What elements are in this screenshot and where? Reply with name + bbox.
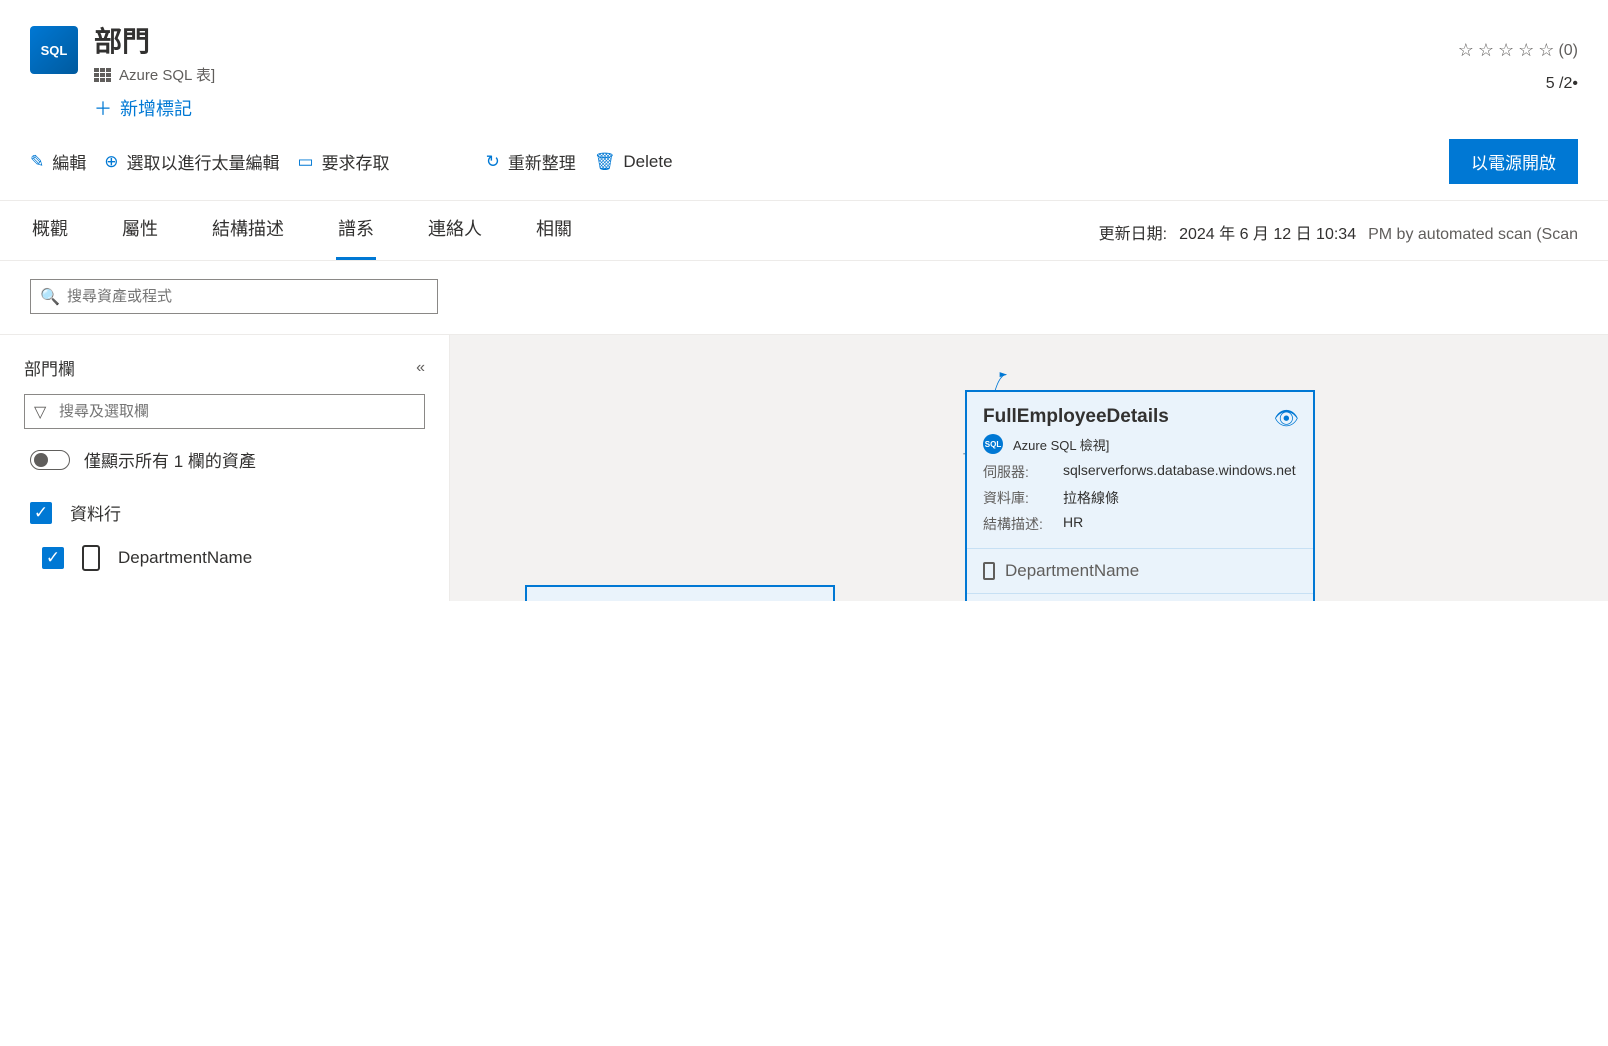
column-icon [82,545,100,571]
column-filter-input[interactable] [24,394,425,429]
checkbox-checked-icon[interactable]: ✓ [30,502,52,524]
tab-properties[interactable]: 屬性 [120,215,160,260]
node-title: FullEmployeeDetails [983,406,1297,428]
refresh-button[interactable]: ↻ 重新整理 [486,149,576,174]
edit-button[interactable]: ✎ 編輯 [30,149,86,174]
filter-icon: ▽ [34,402,46,422]
lineage-node-fullemployeedetails[interactable]: 👁 FullEmployeeDetails SQL Azure SQL 檢視] … [965,390,1315,601]
toggle-label: 僅顯示所有 1 欄的資產 [84,447,256,472]
lineage-canvas[interactable]: SQL Azure SQL 表] 部門 伺服器。sqlserverforws.d… [450,335,1608,601]
star-icon: ☆ [1458,40,1474,61]
tab-related[interactable]: 相關 [534,215,574,260]
tab-contacts[interactable]: 連絡人 [426,215,484,260]
plus-circle-icon: ⊕ [104,152,118,172]
star-icon: ☆ [1518,40,1534,61]
sql-icon: SQL [983,434,1003,454]
node-type: Azure SQL 檢視] [1013,435,1109,454]
request-access-button[interactable]: ▭ 要求存取 [298,149,390,174]
delete-button[interactable]: 🗑 Delete [594,152,673,172]
column-icon [983,562,995,580]
switch-asset-link[interactable]: 切換到資產 [967,593,1313,601]
updated-value: 2024 年 6 月 12 日 10:34 [1179,220,1356,244]
collapse-sidebar-button[interactable]: « [416,359,425,377]
node-column[interactable]: DepartmentName [967,548,1313,593]
refresh-icon: ↻ [486,152,500,172]
add-tag-button[interactable]: ＋ 新增標記 [94,95,1458,121]
updated-label: 更新日期: [1099,220,1167,244]
tab-overview[interactable]: 概觀 [30,215,70,260]
tab-lineage[interactable]: 譜系 [336,215,376,260]
show-all-toggle[interactable] [30,450,70,470]
search-input[interactable] [30,279,438,314]
eye-icon[interactable]: 👁 [1274,406,1299,431]
asset-subtitle: Azure SQL 表] [94,64,1458,85]
plus-icon: ＋ [94,95,112,121]
sidebar-title: 部門欄 [24,355,75,380]
sidebar-item-departmentname[interactable]: ✓ DepartmentName [24,535,425,581]
sidebar-item-columns[interactable]: ✓ 資料行 [24,490,425,535]
rating[interactable]: ☆ ☆ ☆ ☆ ☆ (0) [1458,40,1578,61]
page-indicator: 5 /2• [1546,75,1578,93]
comment-icon: ▭ [298,152,314,172]
star-icon: ☆ [1538,40,1554,61]
updated-by: PM by automated scan (Scan [1368,226,1578,244]
sql-table-icon: SQL [30,26,78,74]
page-title: 部門 [94,20,1458,60]
tab-schema[interactable]: 結構描述 [210,215,286,260]
open-in-power-button[interactable]: 以電源開啟 [1449,139,1578,184]
search-icon: 🔍 [40,287,60,307]
checkbox-checked-icon[interactable]: ✓ [42,547,64,569]
trash-icon: 🗑 [594,152,616,172]
table-icon [94,68,111,82]
star-icon: ☆ [1498,40,1514,61]
star-icon: ☆ [1478,40,1494,61]
pencil-icon: ✎ [30,152,44,172]
bulk-edit-button[interactable]: ⊕ 選取以進行太量編輯 [104,149,279,174]
lineage-node-source[interactable]: SQL Azure SQL 表] 部門 伺服器。sqlserverforws.d… [525,585,835,601]
